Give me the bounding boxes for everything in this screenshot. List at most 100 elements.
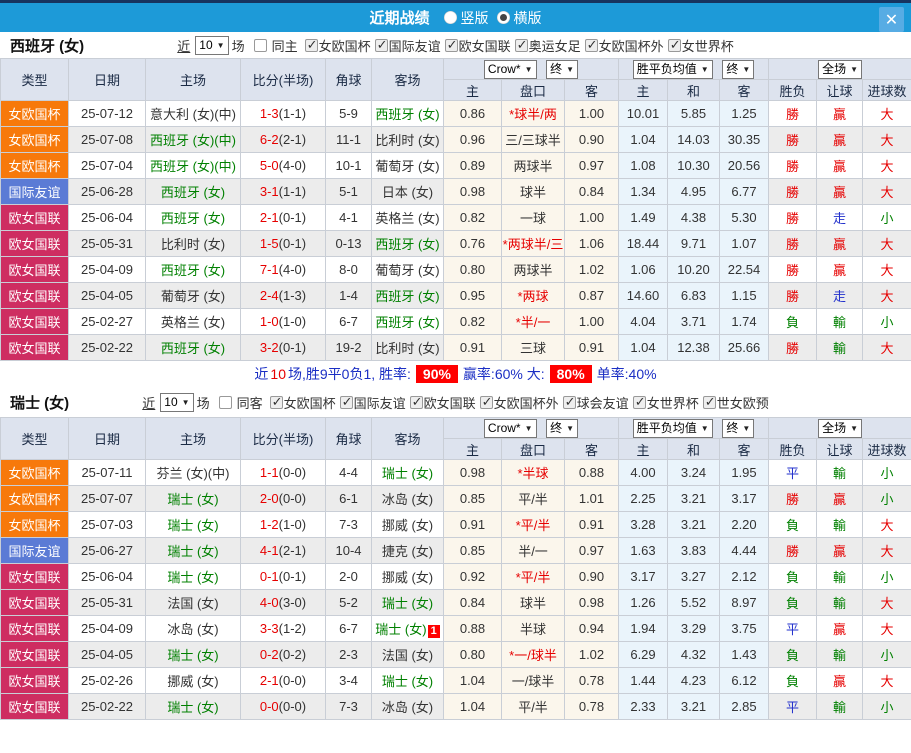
result-goals: 小 [862,563,911,590]
match-row: 欧女国联 25-02-22 西班牙 (女) 3-2(0-1) 19-2 比利时 (女) 0.… [0,334,911,361]
corner-score: 3-4 [325,667,372,694]
odds-draw: 10.20 [667,256,720,283]
bookmaker-select[interactable]: Crow* ▼ [483,418,537,438]
away-team: 冰岛 (女) [371,485,444,512]
score: 2-1(0-0) [240,667,326,694]
score: 7-1(4-0) [240,256,326,283]
home-team: 西班牙 (女) [145,204,241,231]
fulltime-select[interactable]: 全场 ▼ [818,59,862,79]
match-row: 女欧国杯 25-07-08 西班牙 (女)(中) 6-2(2-1) 11-1 比利时 (女… [0,126,911,153]
halftime-score: (0-1) [278,340,307,355]
match-row: 女欧国杯 25-07-12 意大利 (女)(中) 1-3(1-1) 5-9 西班牙 (女)… [0,100,911,127]
wdl-time-select[interactable]: 终 ▼ [722,59,755,79]
result-goals: 大 [862,537,911,564]
same-home-label: 同主 [271,38,298,54]
away-team-name: 挪威 (女) [381,570,434,585]
bookmaker-select[interactable]: Crow* ▼ [483,59,537,79]
league-checkbox[interactable] [562,394,576,410]
home-team: 葡萄牙 (女) [145,282,241,309]
result-wdl: 平 [768,459,818,486]
same-away-checkbox[interactable] [218,395,232,409]
ah-line: *平/半 [501,563,565,590]
near-link[interactable]: 近 [177,36,190,55]
ah-line: 两球半 [501,256,565,283]
fulltime-score: 2-0 [259,491,279,506]
result-wdl: 平 [768,615,818,642]
result-goals: 大 [862,152,911,179]
league-checkbox[interactable] [339,394,353,410]
home-team: 西班牙 (女) [145,256,241,283]
league-checkbox[interactable] [409,394,423,410]
league-checkbox[interactable] [632,394,646,410]
odds-draw: 3.71 [667,308,720,335]
league-checkbox[interactable] [444,37,458,53]
fulltime-score: 2-1 [259,210,279,225]
horizontal-layout-label[interactable]: 横版 [514,8,542,28]
result-wdl: 負 [768,589,818,616]
same-home-checkbox[interactable] [253,38,267,52]
league-checkbox[interactable] [269,394,283,410]
league-checkbox[interactable] [374,37,388,53]
odds-draw: 4.95 [667,178,720,205]
bookmaker-value: Crow* [487,61,521,76]
wdl-avg-select[interactable]: 胜平负均值 ▼ [632,418,713,438]
halftime-score: (0-1) [278,236,307,251]
type-badge: 欧女国联 [0,589,69,616]
summary-text: 单率:40% [596,366,657,382]
fulltime-score: 4-0 [259,595,279,610]
odds-time-select[interactable]: 终 ▼ [546,59,579,79]
halftime-score: (4-0) [278,262,307,277]
near-link[interactable]: 近 [142,393,155,412]
match-count-select[interactable]: 10 ▼ [160,392,194,412]
chevron-down-icon: ▼ [742,64,751,74]
col-score: 比分(半场) [240,58,326,101]
ah-home-odds: 0.82 [443,204,502,231]
spain-league-filters: 女欧国杯 国际友谊 欧女国联 奥运女足 女欧国杯外 女世界杯 [301,36,734,55]
odds-away: 2.85 [718,693,770,720]
league-checkbox[interactable] [514,37,528,53]
result-handicap: 輸 [816,511,864,538]
odds-home: 2.25 [618,485,668,512]
vertical-layout-label[interactable]: 竖版 [461,8,489,28]
subcol-odds-home: 主 [618,79,668,101]
home-team: 瑞士 (女) [145,641,241,668]
fulltime-select[interactable]: 全场 ▼ [818,418,862,438]
odds-draw: 3.29 [667,615,720,642]
odds-draw: 3.21 [667,511,720,538]
type-badge: 欧女国联 [0,256,69,283]
dialog-title: 近期战绩 [369,10,430,27]
result-wdl: 勝 [768,204,818,231]
away-team-name: 法国 (女) [381,648,434,663]
match-date: 25-07-08 [68,126,146,153]
type-badge: 欧女国联 [0,615,69,642]
away-team: 西班牙 (女) [371,282,444,309]
ah-line: *一/球半 [501,641,565,668]
odds-time-select[interactable]: 终 ▼ [546,418,579,438]
league-checkbox[interactable] [584,37,598,53]
odds-draw: 3.24 [667,459,720,486]
wdl-time-select[interactable]: 终 ▼ [722,418,755,438]
halftime-score: (4-0) [278,158,307,173]
result-wdl: 勝 [768,537,818,564]
league-checkbox[interactable] [667,37,681,53]
match-row: 欧女国联 25-04-09 西班牙 (女) 7-1(4-0) 8-0 葡萄牙 (女) 0.8… [0,256,911,283]
home-team: 瑞士 (女) [145,693,241,720]
league-checkbox[interactable] [702,394,716,410]
corner-score: 6-1 [325,485,372,512]
league-checkbox[interactable] [304,37,318,53]
result-wdl: 負 [768,308,818,335]
type-badge: 欧女国联 [0,693,69,720]
ah-line: 平/半 [501,485,565,512]
subcol-result-handicap: 让球 [816,79,864,101]
away-team: 比利时 (女) [371,126,444,153]
odds-away: 25.66 [718,334,770,361]
horizontal-layout-radio[interactable] [496,11,510,24]
subcol-result-wdl: 胜负 [768,438,818,460]
wdl-avg-select[interactable]: 胜平负均值 ▼ [632,59,713,79]
vertical-layout-radio[interactable] [443,11,457,24]
match-count-select[interactable]: 10 ▼ [195,35,229,55]
league-label: 国际友谊 [353,395,406,411]
close-icon[interactable]: ✕ [879,7,904,32]
league-checkbox[interactable] [479,394,493,410]
chevron-down-icon: ▼ [850,64,858,74]
